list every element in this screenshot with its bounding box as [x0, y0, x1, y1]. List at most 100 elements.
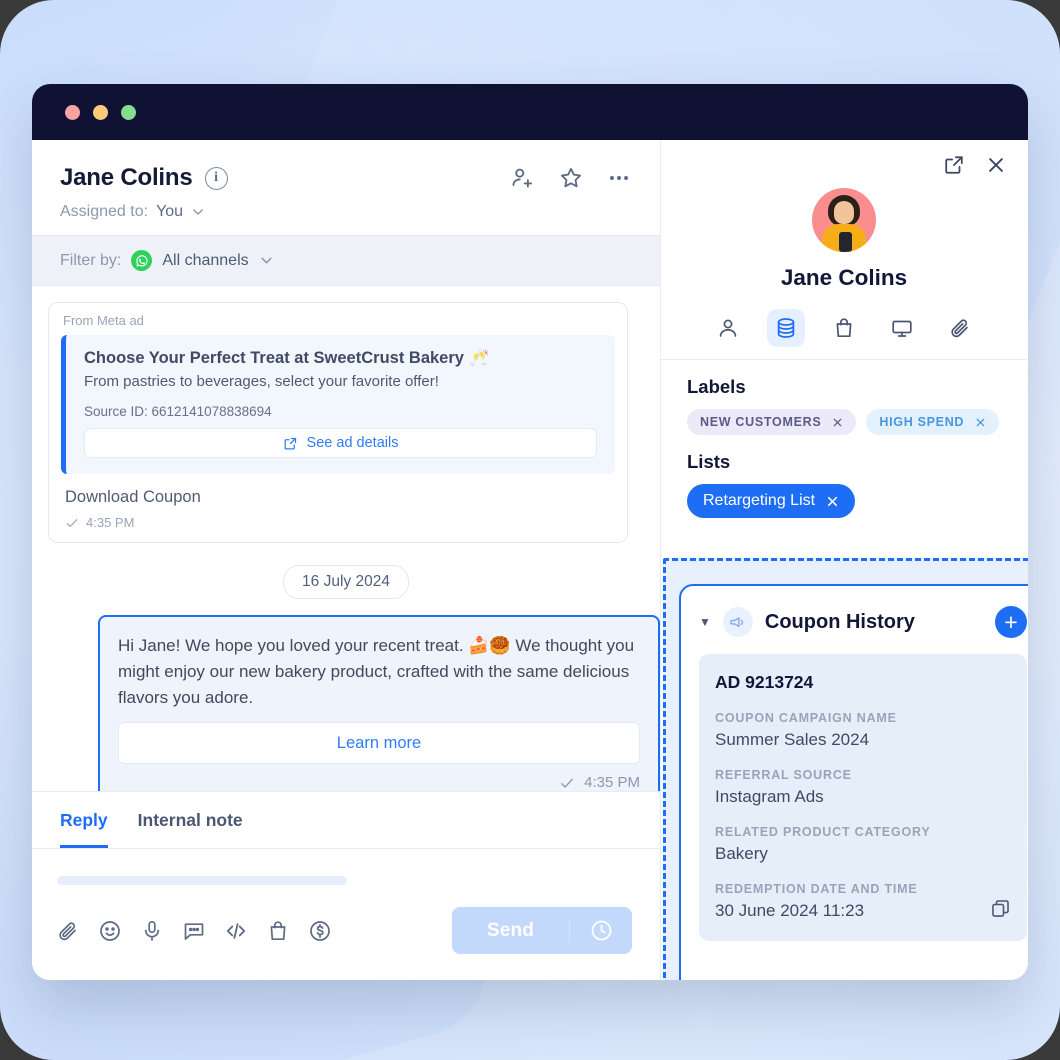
delivered-check-icon [559, 775, 575, 791]
list-chip-text: Retargeting List [703, 492, 816, 509]
field-value: Instagram Ads [715, 787, 824, 806]
window-body: Jane Colins i Assigned to: You Filter by… [32, 140, 1028, 980]
add-coupon-button[interactable]: + [995, 606, 1027, 638]
chevron-down-icon[interactable] [259, 253, 274, 268]
coupon-history-title: Coupon History [764, 610, 915, 633]
field-key: COUPON CAMPAIGN NAME [715, 711, 897, 725]
remove-label-icon[interactable] [975, 417, 986, 428]
panel-contact-name: Jane Colins [780, 265, 908, 290]
clock-icon[interactable] [570, 918, 632, 943]
header-actions [510, 165, 632, 191]
info-icon[interactable]: i [204, 166, 228, 190]
product-catalog-icon[interactable] [266, 919, 290, 943]
assigned-to-label: Assigned to: [60, 203, 149, 220]
ad-footer-text: Download Coupon [65, 488, 201, 506]
panel-tab-orders[interactable] [825, 309, 863, 347]
send-button-label: Send [486, 919, 535, 941]
labels-title: Labels [687, 376, 746, 397]
emoji-icon[interactable] [98, 919, 122, 943]
avatar [812, 188, 876, 252]
outgoing-message-wrapper: Hi Jane! We hope you loved your recent t… [32, 615, 660, 791]
open-external-icon[interactable] [943, 154, 965, 176]
ad-message-time: 4:35 PM [86, 515, 135, 530]
app-window: Jane Colins i Assigned to: You Filter by… [32, 84, 1028, 980]
quick-reply-icon[interactable] [182, 919, 206, 943]
coupon-field-referral: REFERRAL SOURCE Instagram Ads [715, 768, 1011, 807]
assigned-to-row[interactable]: Assigned to: You [60, 203, 632, 221]
composer-input-placeholder[interactable] [57, 876, 347, 885]
labels-chip-list: NEW CUSTOMERS HIGH SPEND [687, 409, 1001, 435]
microphone-icon[interactable] [140, 919, 164, 943]
whatsapp-icon [131, 250, 153, 271]
message-thread: From Meta ad Choose Your Perfect Treat a… [32, 286, 660, 791]
lists-title: Lists [687, 451, 731, 472]
label-chip[interactable]: NEW CUSTOMERS [687, 409, 857, 435]
chevron-down-icon[interactable] [191, 205, 205, 219]
window-maximize-button[interactable] [121, 104, 136, 120]
outgoing-message-bubble: Hi Jane! We hope you loved your recent t… [98, 615, 660, 791]
window-titlebar [32, 84, 1028, 140]
panel-tab-profile[interactable] [709, 309, 747, 347]
contact-details-panel: Jane Colins Labels NEW CUSTOMERS HIGH SP… [661, 140, 1028, 980]
open-external-icon [283, 436, 298, 451]
panel-header: Jane Colins [661, 140, 1027, 359]
outgoing-message-meta: 4:35 PM [118, 774, 640, 791]
send-button[interactable]: Send [452, 907, 632, 954]
close-icon[interactable] [985, 154, 1007, 176]
assigned-to-value: You [156, 203, 184, 220]
ad-message-card: From Meta ad Choose Your Perfect Treat a… [48, 302, 628, 543]
more-options-icon[interactable] [606, 165, 632, 191]
payment-icon[interactable] [308, 919, 332, 943]
conversation-header: Jane Colins i Assigned to: You [32, 140, 660, 235]
ad-title: Choose Your Perfect Treat at SweetCrust … [84, 349, 490, 367]
tab-reply[interactable]: Reply [60, 810, 108, 848]
labels-section: Labels NEW CUSTOMERS HIGH SPEND [661, 360, 1027, 435]
panel-tab-data[interactable] [767, 309, 805, 347]
copy-icon[interactable] [990, 898, 1011, 921]
field-key: REDEMPTION DATE AND TIME [715, 882, 918, 896]
coupon-ad-id: AD 9213724 [715, 672, 814, 692]
see-ad-details-button[interactable]: See ad details [84, 428, 597, 458]
coupon-history-header: ▼ Coupon History + [699, 606, 1027, 638]
add-person-icon[interactable] [510, 165, 536, 191]
coupon-entry: AD 9213724 COUPON CAMPAIGN NAME Summer S… [699, 654, 1027, 941]
learn-more-button[interactable]: Learn more [118, 722, 640, 765]
composer-toolbar [56, 919, 332, 943]
conversation-panel: Jane Colins i Assigned to: You Filter by… [32, 140, 661, 980]
ad-source-label: From Meta ad [63, 313, 144, 328]
outgoing-message-time: 4:35 PM [584, 774, 640, 791]
see-ad-details-label: See ad details [306, 435, 399, 451]
composer-controls: Send [32, 885, 660, 980]
field-value: Bakery [715, 844, 768, 863]
lists-section: Lists Retargeting List [661, 435, 1027, 518]
avatar-face [834, 201, 854, 224]
channel-filter-bar[interactable]: Filter by: All channels [32, 235, 660, 286]
tab-internal-note[interactable]: Internal note [138, 810, 243, 848]
window-minimize-button[interactable] [93, 104, 108, 120]
remove-list-icon[interactable] [826, 495, 839, 508]
ad-source-id: Source ID: 6612141078838694 [84, 404, 272, 419]
label-chip-text: HIGH SPEND [879, 415, 965, 429]
field-key: REFERRAL SOURCE [715, 768, 852, 782]
window-close-button[interactable] [65, 104, 80, 120]
label-chip[interactable]: HIGH SPEND [866, 409, 1000, 435]
delivered-check-icon [65, 516, 79, 530]
message-composer: Reply Internal note Send [32, 791, 660, 980]
attachment-icon[interactable] [56, 919, 80, 943]
megaphone-icon [722, 607, 753, 637]
ad-message-body: Choose Your Perfect Treat at SweetCrust … [61, 335, 615, 474]
remove-label-icon[interactable] [832, 417, 843, 428]
lists-chip-list: Retargeting List [687, 484, 1001, 518]
list-chip[interactable]: Retargeting List [687, 484, 856, 518]
field-key: RELATED PRODUCT CATEGORY [715, 825, 931, 839]
composer-tabs: Reply Internal note [32, 792, 660, 849]
coupon-field-campaign: COUPON CAMPAIGN NAME Summer Sales 2024 [715, 711, 1011, 750]
outgoing-message-text: Hi Jane! We hope you loved your recent t… [118, 636, 635, 707]
code-snippet-icon[interactable] [224, 919, 248, 943]
star-icon[interactable] [558, 165, 584, 191]
panel-tools [681, 154, 1007, 176]
collapse-caret-icon[interactable]: ▼ [699, 615, 711, 629]
contact-name-row: Jane Colins i [60, 164, 632, 192]
panel-tab-devices[interactable] [883, 309, 921, 347]
panel-tab-files[interactable] [941, 309, 979, 347]
